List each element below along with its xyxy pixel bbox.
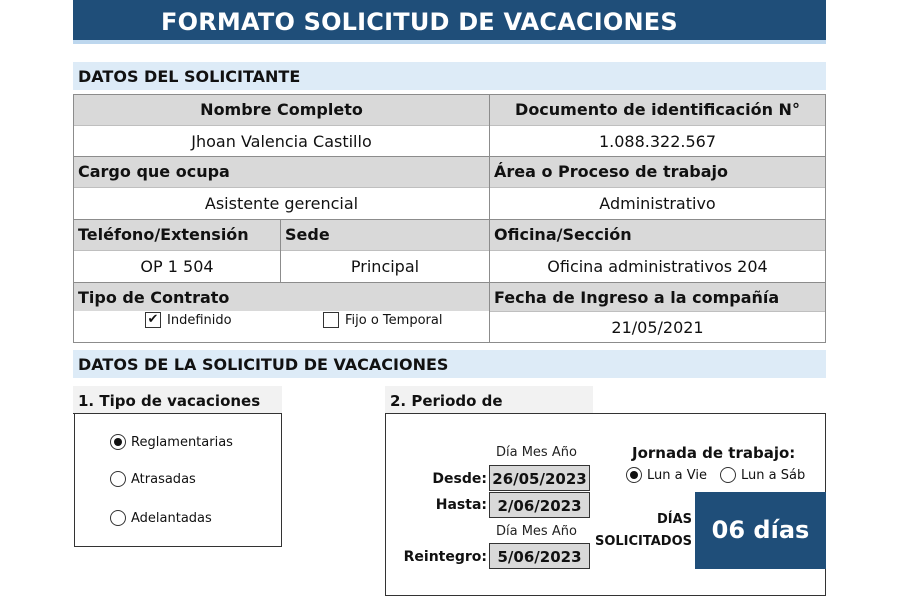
checkbox-checked-icon[interactable]: ✔ [145, 312, 161, 328]
hasta-date-field[interactable]: 2/06/2023 [489, 492, 590, 518]
cargo-field[interactable]: Asistente gerencial [74, 188, 489, 219]
documento-label: Documento de identificación N° [490, 95, 825, 125]
contrato-option-label: Fijo o Temporal [345, 312, 443, 328]
radio-selected-icon[interactable] [110, 434, 126, 450]
contrato-option-label: Indefinido [167, 312, 232, 328]
area-label: Área o Proceso de trabajo [490, 157, 825, 187]
desde-date-field[interactable]: 26/05/2023 [489, 465, 590, 491]
periodo-vacaciones-title: 2. Periodo de vacaciones [385, 386, 593, 440]
checkbox-unchecked-icon[interactable] [323, 312, 339, 328]
jornada-option-label: Lun a Vie [647, 467, 707, 483]
nombre-label: Nombre Completo [74, 95, 489, 125]
sede-label: Sede [281, 220, 489, 250]
sede-field[interactable]: Principal [281, 251, 489, 282]
tipo-option-atrasadas[interactable]: Atrasadas [110, 471, 196, 487]
contrato-option-indefinido[interactable]: ✔ Indefinido [145, 312, 232, 328]
table-divider [73, 125, 826, 126]
jornada-option-lun-vie[interactable]: Lun a Vie [626, 467, 707, 483]
contrato-option-fijo[interactable]: Fijo o Temporal [323, 312, 442, 328]
dias-label-line2: SOLICITADOS [594, 534, 692, 549]
contrato-label: Tipo de Contrato [74, 283, 489, 311]
table-divider [489, 94, 490, 343]
tipo-option-label: Atrasadas [131, 471, 196, 487]
nombre-field[interactable]: Jhoan Valencia Castillo [74, 126, 489, 156]
radio-unselected-icon[interactable] [110, 471, 126, 487]
section-header-solicitante: DATOS DEL SOLICITANTE [73, 62, 826, 90]
radio-unselected-icon[interactable] [720, 467, 736, 483]
desde-label: Desde: [432, 471, 487, 487]
form-title: FORMATO SOLICITUD DE VACACIONES [73, 0, 826, 40]
ingreso-field[interactable]: 21/05/2021 [490, 312, 825, 342]
table-divider [73, 250, 826, 251]
area-field[interactable]: Administrativo [490, 188, 825, 219]
dias-label-line1: DÍAS [656, 512, 692, 527]
date-format-label: Día Mes Año [496, 524, 577, 539]
tipo-option-reglamentarias[interactable]: Reglamentarias [110, 434, 233, 450]
title-underline [73, 40, 826, 44]
table-border [73, 94, 826, 95]
cargo-label: Cargo que ocupa [74, 157, 489, 187]
radio-selected-icon[interactable] [626, 467, 642, 483]
oficina-field[interactable]: Oficina administrativos 204 [490, 251, 825, 282]
hasta-label: Hasta: [435, 497, 487, 513]
table-border [73, 342, 826, 343]
oficina-label: Oficina/Sección [490, 220, 825, 250]
reintegro-label: Reintegro: [403, 549, 487, 565]
tipo-vacaciones-title: 1. Tipo de vacaciones [73, 386, 282, 414]
table-border [73, 94, 74, 343]
dias-solicitados-label: DÍAS SOLICITADOS [592, 509, 692, 553]
section-header-solicitud: DATOS DE LA SOLICITUD DE VACACIONES [73, 350, 826, 378]
table-divider [73, 187, 826, 188]
tipo-option-label: Reglamentarias [131, 434, 233, 450]
jornada-option-lun-sab[interactable]: Lun a Sáb [720, 467, 805, 483]
telefono-label: Teléfono/Extensión [74, 220, 280, 250]
jornada-title: Jornada de trabajo: [632, 444, 796, 462]
dias-solicitados-value: 06 días [695, 492, 826, 569]
radio-unselected-icon[interactable] [110, 510, 126, 526]
documento-field[interactable]: 1.088.322.567 [490, 126, 825, 156]
date-format-label: Día Mes Año [496, 445, 577, 460]
tipo-option-adelantadas[interactable]: Adelantadas [110, 510, 212, 526]
reintegro-date-field[interactable]: 5/06/2023 [489, 543, 590, 569]
telefono-field[interactable]: OP 1 504 [74, 251, 280, 282]
jornada-option-label: Lun a Sáb [741, 467, 806, 483]
table-divider [280, 219, 281, 283]
table-border [825, 94, 826, 343]
table-divider [73, 282, 826, 283]
ingreso-label: Fecha de Ingreso a la compañía [490, 283, 825, 311]
tipo-option-label: Adelantadas [131, 510, 212, 526]
table-divider [489, 311, 826, 312]
table-divider [73, 219, 826, 220]
table-divider [73, 156, 826, 157]
